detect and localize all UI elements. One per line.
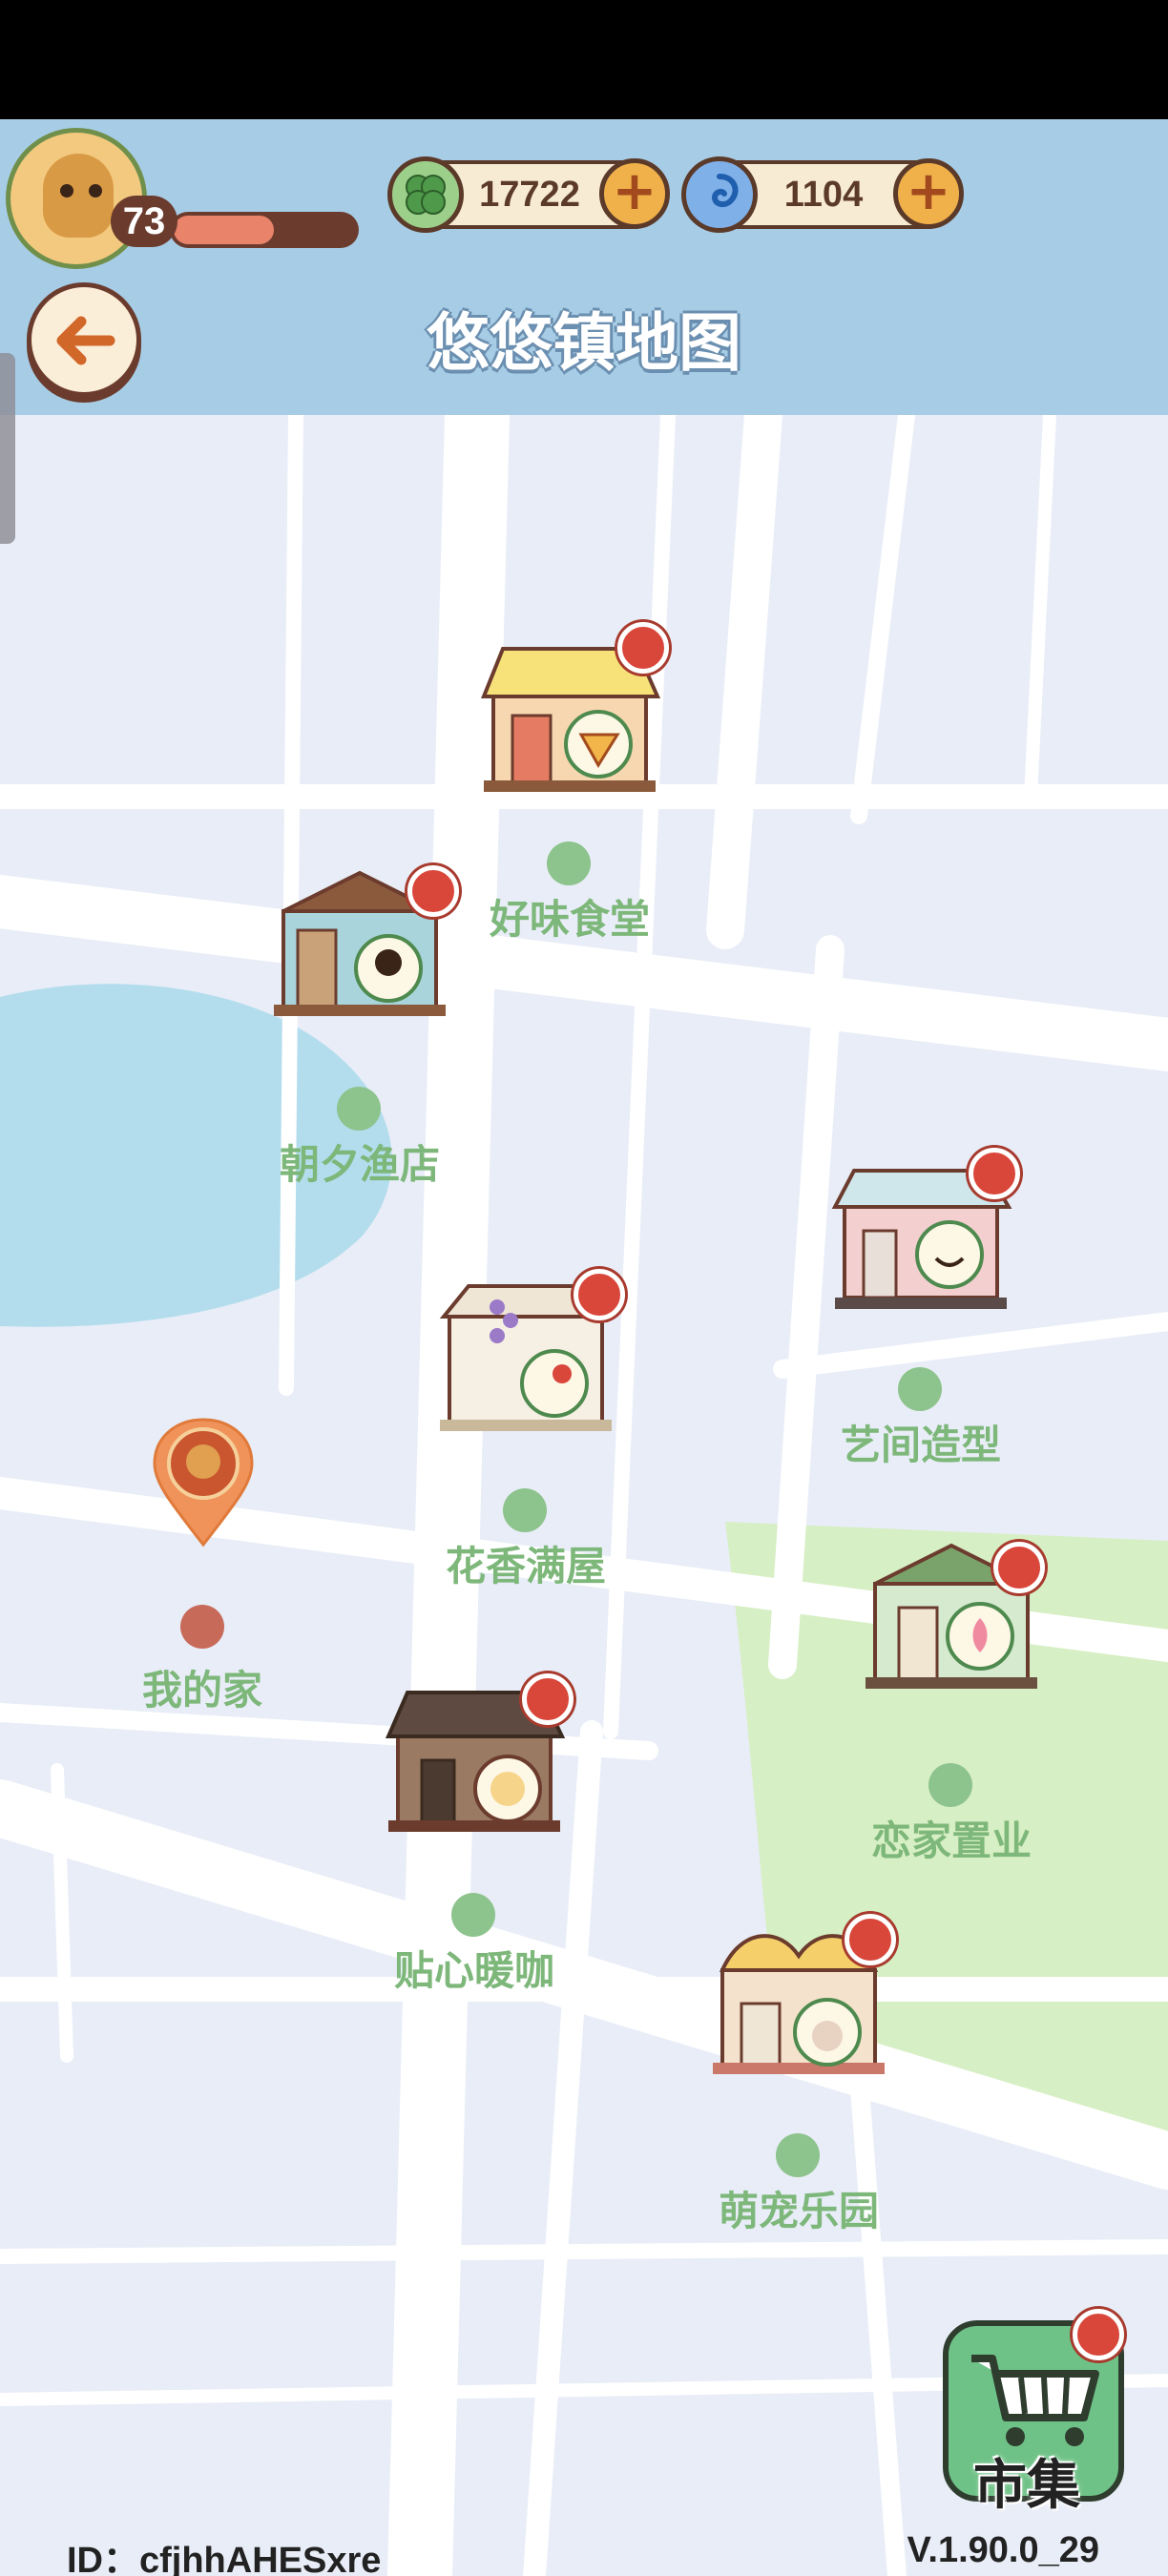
- shop-label: 萌宠乐园: [718, 2188, 879, 2234]
- notification-dot: [522, 1673, 574, 1725]
- version-label: V.1.90.0_29: [907, 2530, 1099, 2570]
- fisher-icon: [375, 949, 402, 976]
- notification-dot: [993, 1542, 1045, 1593]
- shop-label: 贴心暖咖: [393, 1947, 554, 1994]
- shop-label: 花香满屋: [445, 1543, 606, 1589]
- shop-label: 好味食堂: [489, 896, 650, 943]
- xp-bar: [170, 212, 359, 248]
- notification-dot: [574, 1269, 625, 1320]
- notification-dot: [969, 1148, 1020, 1199]
- clover-icon: [387, 156, 464, 233]
- player-id: ID：cfjhhAHESxre: [67, 2541, 382, 2576]
- add-clover-button[interactable]: +: [599, 158, 670, 229]
- shopping-cart-icon: [971, 2355, 1099, 2446]
- avatar-eye-right: [89, 184, 102, 197]
- notification-dot: [845, 1914, 896, 1965]
- shop-location-dot: [503, 1488, 547, 1532]
- home-location-pin-icon[interactable]: [151, 1416, 256, 1549]
- market-label: 市集: [973, 2455, 1080, 2517]
- arrow-left-icon: [56, 316, 115, 365]
- level-badge: 73: [111, 196, 177, 247]
- market-notification-dot: [1073, 2309, 1124, 2360]
- pet-icon: [812, 2021, 843, 2051]
- page-title: 悠悠镇地图: [427, 306, 741, 380]
- clover-currency[interactable]: 17722 +: [387, 156, 670, 233]
- game-screen: 73 17722 + 1104 + 悠悠镇地图 好味食堂 朝夕渔店 艺间造型 花…: [0, 0, 1168, 2576]
- swirl-orb-icon: [681, 156, 758, 233]
- shop-label: 朝夕渔店: [279, 1141, 440, 1188]
- shop-location-dot: [547, 841, 591, 885]
- orb-value: 1104: [783, 175, 864, 215]
- shop-location-dot: [337, 1087, 381, 1131]
- xp-bar-fill: [174, 216, 274, 244]
- status-bar: [0, 0, 1168, 119]
- shop-location-dot: [776, 2133, 820, 2177]
- notification-dot: [407, 865, 459, 917]
- side-drawer-handle[interactable]: [0, 353, 15, 544]
- coffee-icon: [490, 1772, 525, 1806]
- notification-dot: [617, 622, 669, 674]
- add-orb-button[interactable]: +: [893, 158, 964, 229]
- flower-icon: [553, 1364, 572, 1383]
- orb-currency[interactable]: 1104 +: [681, 156, 964, 233]
- shop-label: 恋家置业: [870, 1818, 1032, 1864]
- home-location-dot: [180, 1605, 224, 1649]
- avatar-face: [43, 154, 114, 238]
- shop-label: 艺间造型: [840, 1422, 1001, 1468]
- shop-location-dot: [898, 1367, 942, 1411]
- back-button[interactable]: [27, 282, 141, 397]
- shop-location-dot: [928, 1763, 972, 1807]
- shop-location-dot: [451, 1893, 495, 1937]
- clover-value: 17722: [479, 175, 580, 215]
- avatar-eye-left: [60, 184, 73, 197]
- home-label[interactable]: 我的家: [50, 1658, 355, 1716]
